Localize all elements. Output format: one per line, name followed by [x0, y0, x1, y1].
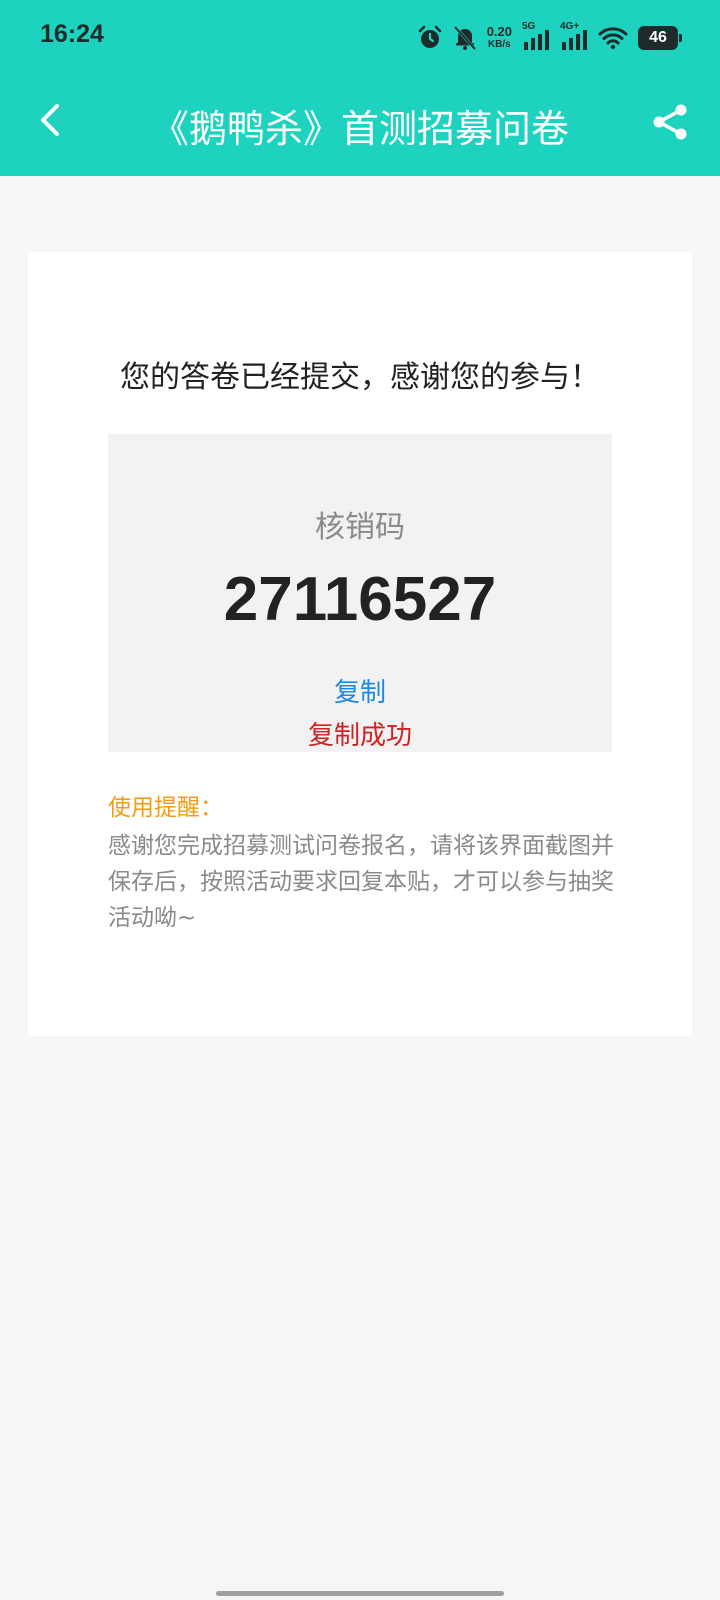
page-title: 《鹅鸭杀》首测招募问卷: [150, 107, 569, 151]
mute-bell-icon: [453, 25, 477, 51]
copy-success-text: 复制成功: [307, 721, 412, 751]
signal-4g-label: 4G+: [560, 21, 580, 32]
back-button[interactable]: [26, 96, 74, 144]
wifi-icon: [598, 26, 628, 50]
signal-5g-label: 5G: [522, 21, 536, 32]
status-icons: 0.20 KB/s 5G 4G+ 46: [417, 21, 682, 54]
home-indicator[interactable]: [216, 1591, 504, 1596]
result-card: 您的答卷已经提交，感谢您的参与！ 核销码 27116527 复制 复制成功 使用…: [28, 252, 692, 1036]
network-speed-unit: KB/s: [487, 39, 511, 50]
battery-indicator: 46: [638, 26, 682, 50]
alarm-icon: [417, 25, 443, 51]
signal-5g-icon: 5G: [522, 21, 550, 51]
reminder-text: 感谢您完成招募测试问卷报名，请将该界面截图并保存后，按照活动要求回复本贴，才可以…: [108, 833, 614, 931]
chevron-left-icon: [41, 104, 59, 136]
reminder-title: 使用提醒：: [108, 795, 223, 821]
network-speed-value: 0.20: [486, 24, 512, 39]
submit-success-message: 您的答卷已经提交，感谢您的参与！: [120, 360, 600, 395]
app-header: 16:24 0.20 KB/s 5G 4G+ 46 《鹅鸭杀》首测招募问卷: [0, 0, 720, 176]
copy-button[interactable]: 复制: [108, 672, 612, 709]
nav-bar: 《鹅鸭杀》首测招募问卷: [0, 76, 720, 176]
network-speed: 0.20 KB/s: [487, 25, 512, 51]
signal-4g-icon: 4G+: [560, 21, 588, 51]
code-label: 核销码: [315, 510, 405, 545]
verification-code-box: 核销码 27116527 复制 复制成功: [108, 434, 612, 752]
share-icon: [653, 104, 687, 140]
share-button[interactable]: [646, 98, 694, 146]
status-bar: 16:24 0.20 KB/s 5G 4G+ 46: [0, 0, 720, 76]
verification-code: 27116527: [223, 565, 497, 634]
status-time: 16:24: [40, 20, 104, 48]
